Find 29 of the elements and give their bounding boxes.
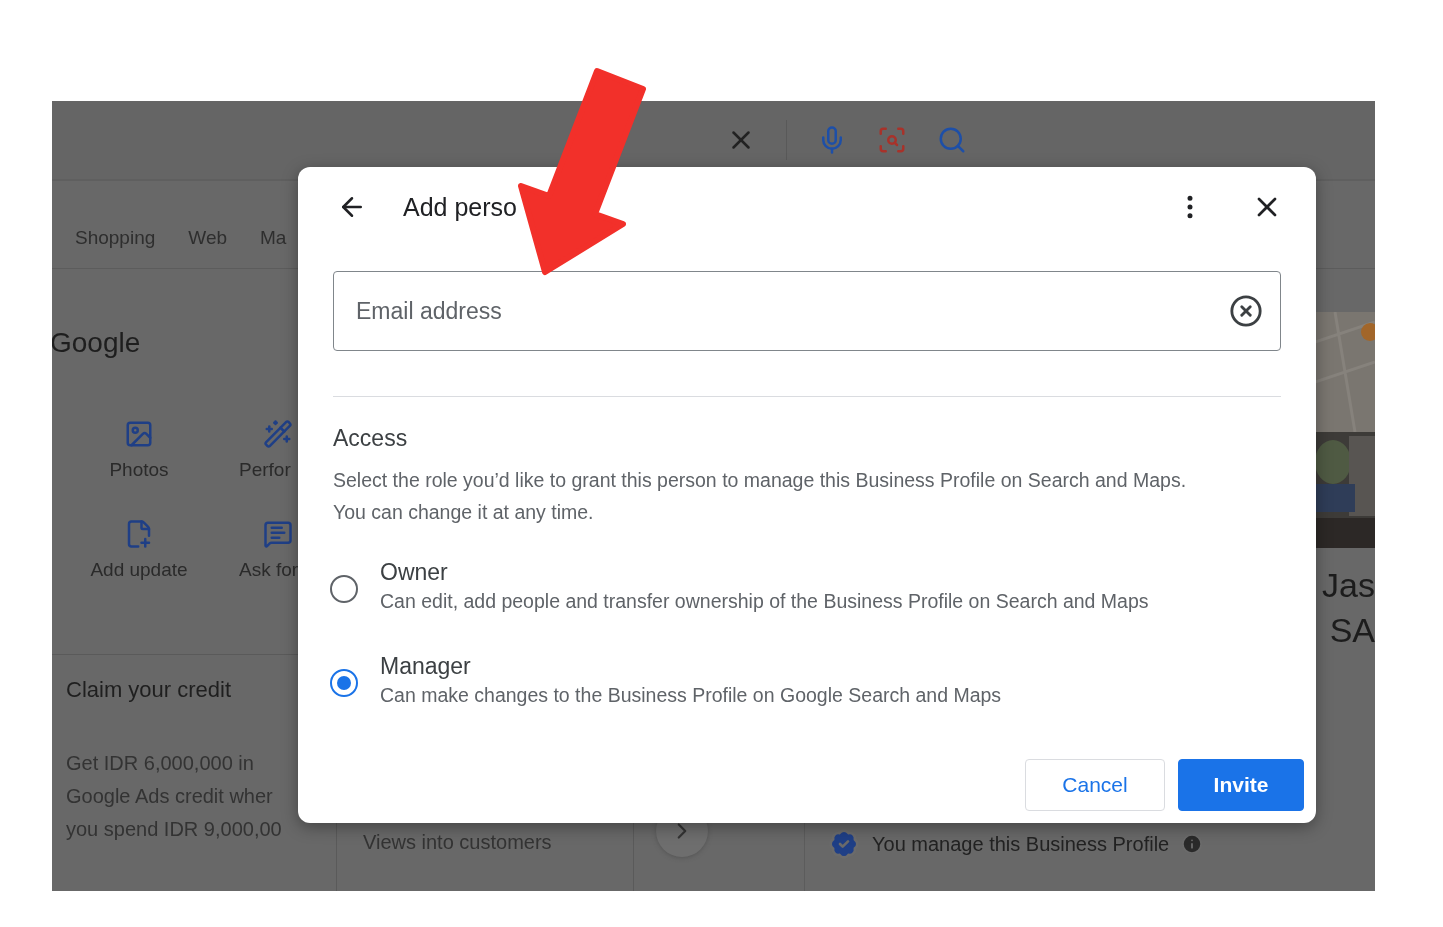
managed-note: You manage this Business Profile: [872, 832, 1170, 856]
listing-title: Jas: [1322, 565, 1375, 606]
role-radio[interactable]: [330, 575, 358, 603]
cancel-button[interactable]: Cancel: [1025, 759, 1165, 811]
role-description: Can make changes to the Business Profile on Google Search and Maps: [380, 684, 1002, 707]
image-icon: [124, 419, 154, 449]
dialog-title: Add perso: [403, 192, 517, 222]
role-name: Manager: [380, 653, 472, 680]
action-label[interactable]: Ask for: [239, 559, 299, 581]
action-label[interactable]: Add update: [90, 559, 188, 581]
action-label[interactable]: Photos: [109, 459, 169, 481]
chat-icon: [263, 519, 293, 549]
search-tab[interactable]: Shopping: [75, 226, 156, 249]
email-field[interactable]: Email address: [333, 271, 1281, 351]
access-description: Select the role you’d like to grant this person to manage this Business Profile on Search and Maps. You can change it at any time.: [333, 468, 1188, 525]
business-name: Google: [52, 327, 142, 359]
wand-icon: [263, 419, 293, 449]
invite-button[interactable]: Invite: [1178, 759, 1304, 811]
role-name: Owner: [380, 559, 449, 586]
card-title: Claim your credit: [66, 677, 233, 703]
role-description: Can edit, add people and transfer ownership of the Business Profile on Search and Maps: [380, 590, 1149, 613]
listing-title: SA: [1329, 610, 1375, 651]
search-tab[interactable]: Ma: [260, 226, 287, 249]
access-heading: Access: [333, 425, 409, 452]
clear-icon[interactable]: [1229, 294, 1263, 328]
info-icon[interactable]: [1181, 833, 1204, 855]
search-tab[interactable]: Web: [188, 226, 228, 249]
action-label[interactable]: Perfor: [239, 459, 291, 481]
role-radio[interactable]: [330, 669, 358, 697]
